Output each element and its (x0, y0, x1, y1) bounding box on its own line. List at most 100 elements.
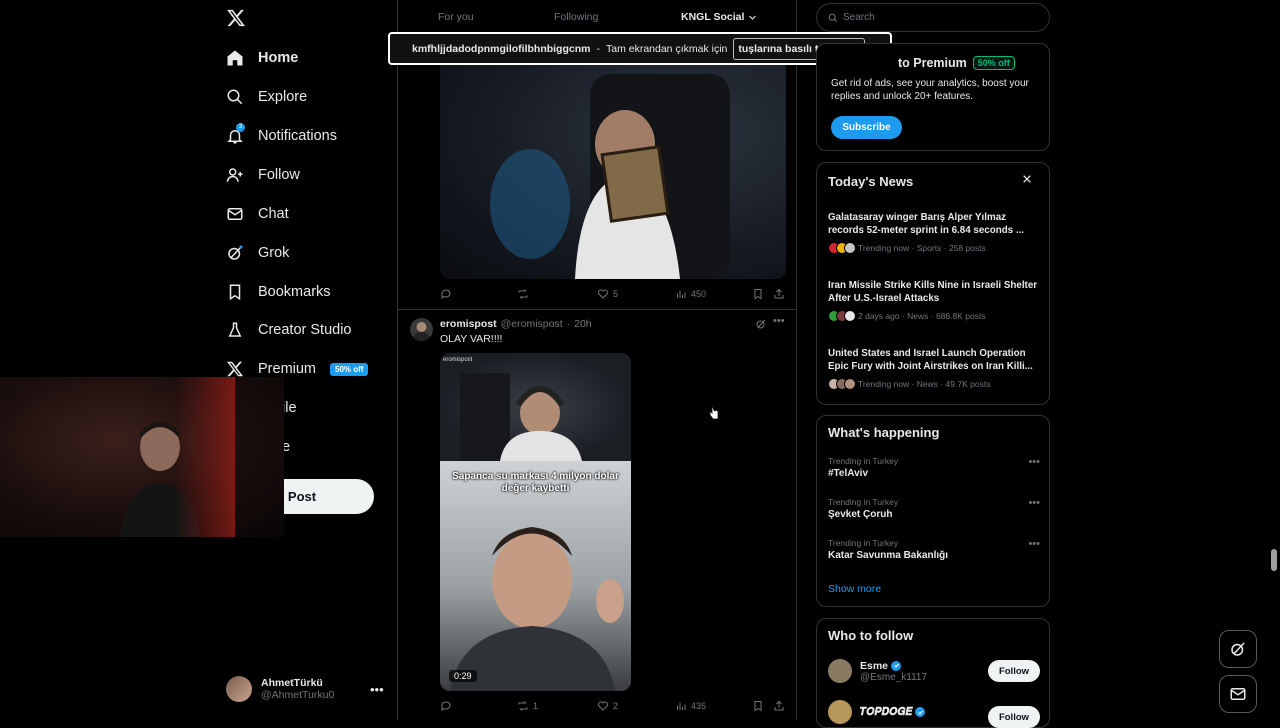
post-divider (397, 309, 797, 310)
avatar (828, 700, 852, 724)
follow-suggestion[interactable]: Esme @Esme_k1117 Follow (828, 659, 1040, 683)
post-video[interactable]: eromispost Sapanca su markası 4 milyon d… (440, 353, 631, 691)
who-to-follow-title: Who to follow (828, 628, 914, 643)
nav-creator-studio[interactable]: Creator Studio (226, 318, 352, 342)
more-icon[interactable]: ••• (370, 682, 384, 697)
more-icon[interactable]: ••• (1028, 456, 1040, 468)
reply-icon (441, 701, 451, 711)
subscribe-button[interactable]: Subscribe (831, 116, 902, 139)
tab-kngl-social[interactable]: KNGL Social (681, 11, 757, 23)
more-icon[interactable]: ••• (1028, 497, 1040, 509)
view-count: 450 (691, 289, 707, 299)
mail-icon (1230, 688, 1246, 700)
verified-icon (891, 660, 902, 671)
follow-button[interactable]: Follow (988, 660, 1040, 682)
post-media-image[interactable] (440, 34, 786, 279)
tab-for-you[interactable]: For you (438, 11, 474, 23)
scrollbar-thumb[interactable] (1271, 549, 1277, 571)
verified-icon (915, 707, 926, 717)
suggestion-name: 𝑻𝑶𝑷𝑫𝑶𝑮𝑬 (860, 705, 913, 718)
news-meta: Trending now · News · 49.7K posts (858, 379, 991, 389)
reply-icon (441, 289, 451, 299)
close-icon[interactable] (1022, 174, 1032, 184)
nav-notifications[interactable]: 3 Notifications (226, 123, 337, 148)
views-button[interactable]: 435 (675, 700, 706, 712)
news-item[interactable]: Iran Missile Strike Kills Nine in Israel… (828, 279, 1038, 322)
nav-explore[interactable]: Explore (226, 85, 307, 109)
video-caption: Sapanca su markası 4 milyon dolar değer … (452, 471, 619, 494)
share-button[interactable] (773, 288, 785, 300)
post-timestamp[interactable]: 20h (574, 318, 592, 330)
news-item[interactable]: Galatasaray winger Barış Alper Yılmaz re… (828, 211, 1038, 254)
views-icon (677, 702, 686, 710)
mail-icon (226, 205, 244, 223)
x-icon (226, 360, 244, 378)
home-icon (226, 49, 244, 67)
news-meta: Trending now · Sports · 258 posts (858, 243, 986, 253)
grok-fab[interactable] (1219, 630, 1257, 668)
timeline-tabs: For you Following KNGL Social (397, 0, 797, 34)
follow-suggestion[interactable]: 𝑻𝑶𝑷𝑫𝑶𝑮𝑬 Follow (828, 700, 1040, 728)
bookmark-button[interactable] (752, 288, 764, 300)
nav-home[interactable]: Home (226, 46, 298, 70)
news-item[interactable]: United States and Israel Launch Operatio… (828, 347, 1038, 390)
post-more-icon[interactable]: ••• (773, 315, 785, 327)
repost-button[interactable]: 1 (517, 700, 538, 712)
news-title: United States and Israel Launch Operatio… (828, 348, 1033, 372)
post-author-handle[interactable]: @eromispost (501, 318, 563, 330)
toast-text: Tam ekrandan çıkmak için (605, 42, 728, 55)
search-placeholder: Search (843, 12, 875, 23)
account-switcher[interactable]: AhmetTürkü @AhmetTurku0 (226, 676, 334, 702)
premium-discount-badge: 50% off (330, 362, 369, 376)
reply-button[interactable] (440, 288, 456, 300)
news-avatars (828, 378, 856, 390)
bookmark-button[interactable] (752, 700, 764, 712)
bookmark-icon (226, 283, 244, 301)
post-header: eromispost @eromispost · 20h (440, 318, 592, 330)
news-avatars (828, 310, 856, 322)
post-button-label: Post (287, 489, 317, 504)
trend-item[interactable]: Trending in Turkey Şevket Çoruh ••• (828, 497, 1040, 520)
more-icon[interactable]: ••• (1028, 538, 1040, 550)
chevron-down-icon (749, 15, 757, 20)
hand-cursor-icon (709, 404, 719, 420)
grok-icon (226, 244, 244, 262)
news-title: Galatasaray winger Barış Alper Yılmaz re… (828, 212, 1025, 236)
heart-icon (598, 289, 608, 299)
post-author-name[interactable]: eromispost (440, 318, 497, 330)
messages-fab[interactable] (1219, 675, 1257, 713)
view-count: 435 (691, 701, 707, 711)
toast-site: kmfhljjdadodpnmgilofilbhnbiggcnm (412, 42, 591, 55)
x-logo-icon[interactable] (226, 8, 246, 28)
premium-title-text: to Premium (898, 56, 967, 70)
reply-button[interactable] (440, 700, 456, 712)
share-button[interactable] (773, 700, 785, 712)
nav-grok[interactable]: Grok (226, 241, 289, 265)
trend-item[interactable]: Trending in Turkey #TelAviv ••• (828, 456, 1040, 479)
bookmark-icon (754, 701, 762, 712)
grok-explain-icon[interactable] (755, 318, 767, 330)
like-button[interactable]: 5 (597, 288, 618, 300)
bookmark-icon (754, 289, 762, 300)
show-more-link[interactable]: Show more (828, 583, 881, 595)
account-name: AhmetTürkü (261, 677, 323, 689)
repost-count: 1 (533, 701, 539, 711)
search-input[interactable]: Search (816, 3, 1050, 32)
follow-button[interactable]: Follow (988, 706, 1040, 728)
trend-item[interactable]: Trending in Turkey Katar Savunma Bakanlı… (828, 538, 1040, 561)
post-author-avatar[interactable] (410, 318, 433, 341)
repost-button[interactable] (517, 288, 533, 300)
post-text: OLAY VAR!!!! (440, 333, 503, 345)
views-button[interactable]: 450 (675, 288, 706, 300)
nav-chat[interactable]: Chat (226, 202, 289, 226)
nav-profile[interactable]: ile (282, 396, 297, 420)
suggestion-name: Esme (860, 659, 889, 672)
toast-dash: - (596, 42, 600, 55)
tab-following[interactable]: Following (554, 11, 598, 23)
suggestion-handle: @Esme_k1117 (860, 671, 928, 683)
nav-follow[interactable]: Follow (226, 163, 300, 187)
tab-kngl-social-label: KNGL Social (681, 11, 745, 23)
like-button[interactable]: 2 (597, 700, 618, 712)
nav-bookmarks[interactable]: Bookmarks (226, 280, 331, 304)
whats-happening-title: What's happening (828, 425, 940, 440)
